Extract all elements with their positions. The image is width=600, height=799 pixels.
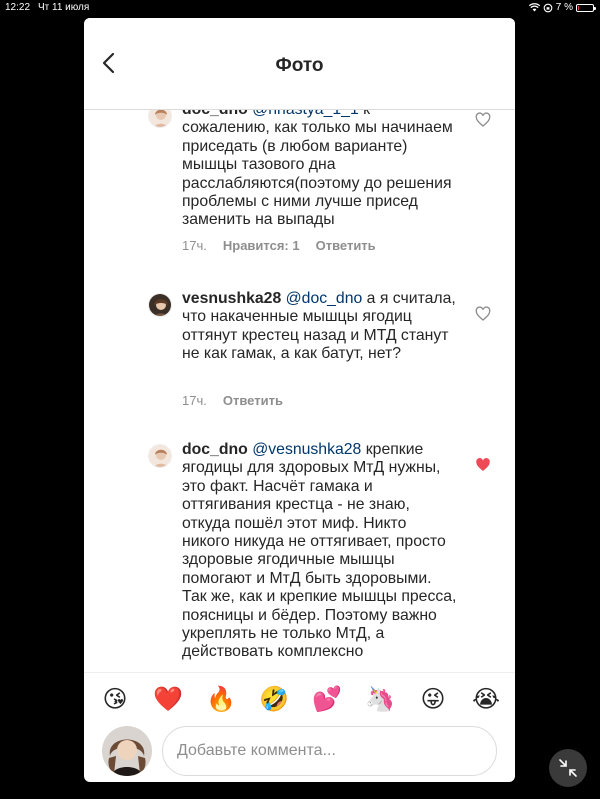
comment-mention[interactable]: @doc_dno xyxy=(286,290,363,307)
battery-percent: 7 % xyxy=(555,2,573,13)
user-avatar-icon xyxy=(149,445,171,467)
emoji-crying[interactable]: 😭 xyxy=(471,685,501,715)
comment-username[interactable]: doc_dno xyxy=(182,441,248,458)
comment-body: крепкие ягодицы для здоровых МтД нужны, … xyxy=(182,441,457,661)
emoji-quick-bar: 😘 ❤️ 🔥 🤣 💕 🦄 😜 😭 xyxy=(84,672,515,726)
reply-button[interactable]: Ответить xyxy=(316,238,376,253)
comment-username[interactable]: doc_dno xyxy=(182,110,248,118)
page-title: Фото xyxy=(275,55,324,76)
comment-meta: 17ч. Нравится: 1 Ответить xyxy=(182,238,376,253)
emoji-fire[interactable]: 🔥 xyxy=(206,685,236,715)
avatar[interactable] xyxy=(148,110,172,128)
user-avatar-icon xyxy=(149,110,171,127)
like-heart-icon[interactable] xyxy=(475,306,491,322)
status-bar: 12:22 Чт 11 июля 7 % xyxy=(0,0,600,16)
comment-composer xyxy=(84,726,515,782)
comment-mention[interactable]: @nnastya_1_1 xyxy=(252,110,359,118)
comment-text: vesnushka28 @doc_dno а я считала, что на… xyxy=(182,290,457,364)
emoji-rofl[interactable]: 🤣 xyxy=(259,685,289,715)
current-user-avatar-icon xyxy=(102,726,152,776)
avatar[interactable] xyxy=(148,444,172,468)
comment-mention[interactable]: @vesnushka28 xyxy=(252,441,361,458)
user-avatar-icon xyxy=(149,294,171,316)
rotation-lock-icon xyxy=(543,3,553,12)
emoji-two-hearts[interactable]: 💕 xyxy=(312,685,342,715)
emoji-heart[interactable]: ❤️ xyxy=(153,685,183,715)
photo-comments-panel: Фото doc_dno @nnastya_1_1 к сожалению, к… xyxy=(84,18,515,782)
comment-body: к сожалению, как только мы начинаем прис… xyxy=(182,110,453,229)
emoji-kiss[interactable]: 😘 xyxy=(100,685,130,715)
wifi-icon xyxy=(528,3,540,12)
like-heart-filled-icon[interactable] xyxy=(475,457,491,473)
status-right: 7 % xyxy=(528,2,596,13)
comment-time: 17ч. xyxy=(182,393,207,408)
comment-time: 17ч. xyxy=(182,238,207,253)
exit-fullscreen-button[interactable] xyxy=(549,749,587,787)
current-user-avatar xyxy=(102,726,152,776)
emoji-unicorn[interactable]: 🦄 xyxy=(365,685,395,715)
battery-icon xyxy=(576,3,596,12)
comment-likes-link[interactable]: Нравится: 1 xyxy=(223,238,300,253)
emoji-wink-tongue[interactable]: 😜 xyxy=(418,685,448,715)
comments-list[interactable]: doc_dno @nnastya_1_1 к сожалению, как то… xyxy=(84,110,515,672)
comment-text: doc_dno @vesnushka28 крепкие ягодицы для… xyxy=(182,441,457,662)
comment-input[interactable] xyxy=(162,726,497,776)
status-date: Чт 11 июля xyxy=(38,2,90,13)
comment-meta: 17ч. Ответить xyxy=(182,393,283,408)
panel-header: Фото xyxy=(84,18,515,110)
status-time: 12:22 xyxy=(5,2,31,13)
comment-text: doc_dno @nnastya_1_1 к сожалению, как то… xyxy=(182,110,457,230)
reply-button[interactable]: Ответить xyxy=(223,393,283,408)
avatar[interactable] xyxy=(148,293,172,317)
shrink-arrows-icon xyxy=(559,759,577,777)
like-heart-icon[interactable] xyxy=(475,112,491,128)
comment-username[interactable]: vesnushka28 xyxy=(182,290,281,307)
battery-level xyxy=(578,5,579,10)
